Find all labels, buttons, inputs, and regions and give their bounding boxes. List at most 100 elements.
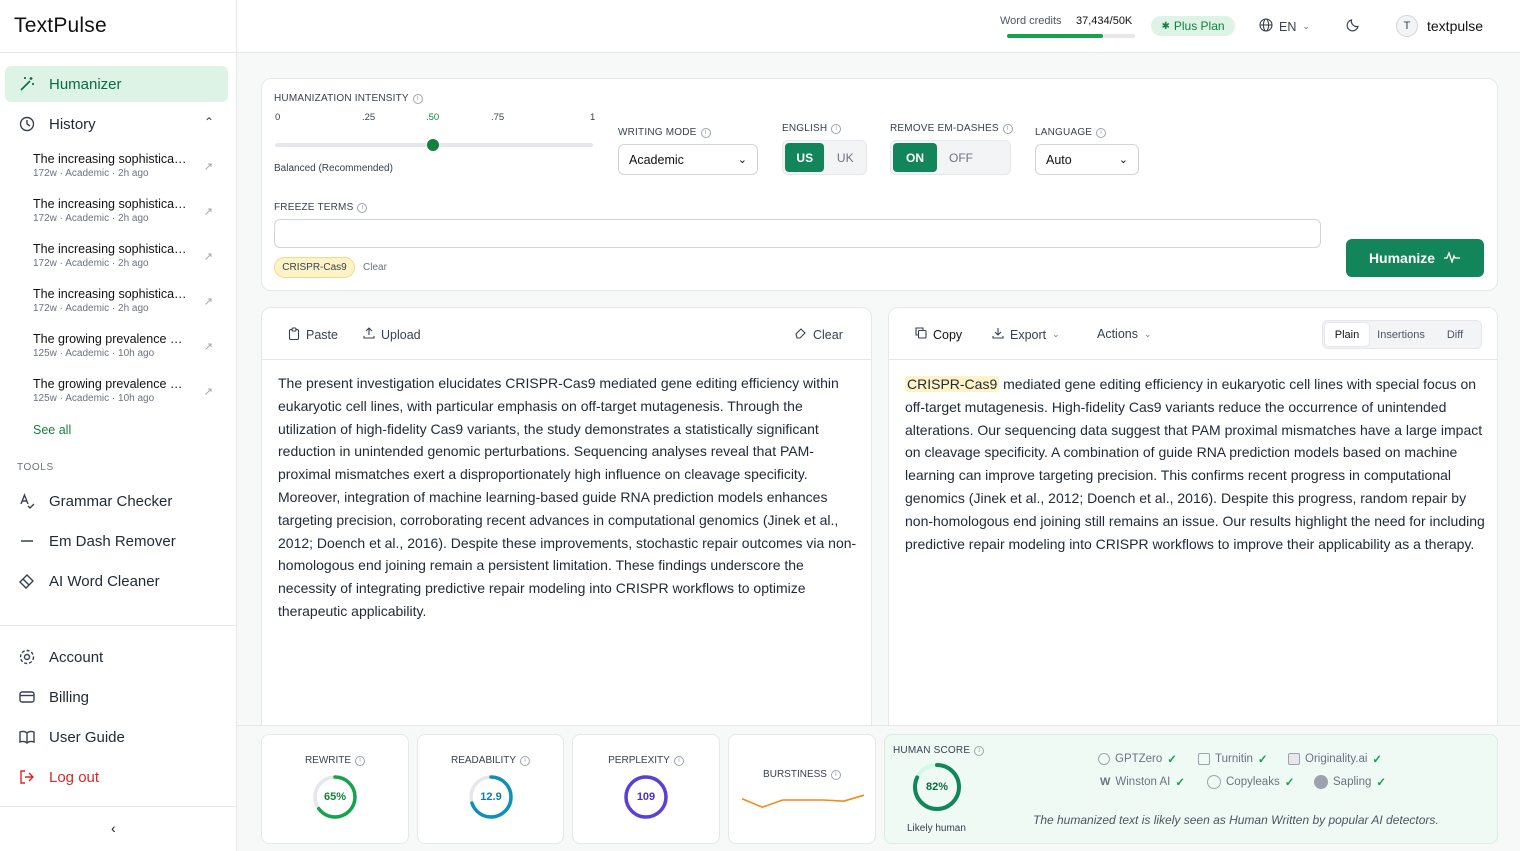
history-item[interactable]: The increasing sophisticati... 172w · Ac…	[33, 197, 213, 224]
info-icon[interactable]: i	[974, 745, 985, 756]
tab-insertions[interactable]: Insertions	[1369, 323, 1433, 346]
open-arrow-icon[interactable]: ↗	[204, 385, 213, 398]
info-icon[interactable]: i	[831, 123, 842, 134]
clear-freeze-terms-button[interactable]: Clear	[363, 262, 387, 273]
detector-name: Copyleaks	[1226, 776, 1280, 788]
emdash-toggle: ON OFF	[890, 140, 1011, 175]
sidebar-item-ai-word-cleaner[interactable]: AI Word Cleaner	[5, 563, 228, 599]
output-text[interactable]: CRISPR-Cas9 mediated gene editing effici…	[905, 373, 1485, 555]
perplexity-ring: 109	[623, 774, 669, 820]
avatar[interactable]: T	[1396, 15, 1418, 37]
chevron-up-icon[interactable]: ⌃	[204, 115, 214, 129]
open-arrow-icon[interactable]: ↗	[204, 250, 213, 263]
rewrite-value: 65%	[323, 791, 347, 803]
dark-mode-toggle-icon[interactable]	[1346, 17, 1361, 36]
intensity-slider-handle[interactable]	[427, 139, 439, 151]
divider	[0, 625, 236, 626]
history-item[interactable]: The growing prevalence of ... 125w · Aca…	[33, 332, 213, 359]
freeze-term-chip[interactable]: CRISPR-Cas9	[274, 257, 355, 278]
language-select[interactable]: Auto ⌄	[1035, 144, 1139, 175]
burstiness-metric: BURSTINESS i	[728, 734, 876, 844]
history-item[interactable]: The increasing sophisticati... 172w · Ac…	[33, 287, 213, 314]
info-icon[interactable]: i	[830, 769, 841, 780]
freeze-terms-input[interactable]	[274, 219, 1321, 248]
language-switcher[interactable]: EN ⌄	[1259, 18, 1310, 35]
actions-dropdown[interactable]: Actions ⌄	[1097, 327, 1152, 341]
clipboard-icon	[288, 327, 300, 343]
tab-plain[interactable]: Plain	[1325, 323, 1369, 346]
sidebar-item-billing[interactable]: Billing	[5, 679, 228, 715]
info-icon[interactable]: i	[357, 202, 368, 213]
history-item-title: The increasing sophisticati...	[33, 242, 189, 256]
history-item-meta: 172w · Academic · 2h ago	[33, 168, 149, 179]
humanize-button[interactable]: Humanize	[1346, 239, 1484, 277]
upload-button[interactable]: Upload	[363, 327, 421, 342]
open-arrow-icon[interactable]: ↗	[204, 295, 213, 308]
emdash-on-option[interactable]: ON	[893, 143, 937, 172]
human-score-value: 82%	[925, 781, 949, 793]
history-item-title: The increasing sophisticati...	[33, 197, 189, 211]
perplexity-value: 109	[636, 791, 656, 803]
emdash-label: REMOVE EM-DASHES i	[890, 123, 1013, 134]
export-dropdown[interactable]: Export ⌄	[992, 327, 1060, 342]
chevron-down-icon: ⌄	[1144, 328, 1152, 339]
freeze-terms-label-text: FREEZE TERMS	[274, 202, 354, 213]
divider	[262, 359, 871, 360]
detector-turnitin: Turnitin ✓	[1198, 752, 1268, 766]
tab-diff[interactable]: Diff	[1433, 323, 1477, 346]
copy-icon	[915, 327, 927, 342]
logout-button[interactable]: Log out	[5, 759, 228, 795]
input-textarea[interactable]: The present investigation elucidates CRI…	[278, 372, 858, 623]
info-icon[interactable]: i	[355, 755, 366, 766]
open-arrow-icon[interactable]: ↗	[204, 205, 213, 218]
metric-label-text: READABILITY	[450, 755, 517, 766]
see-all-link[interactable]: See all	[33, 423, 71, 437]
app-logo[interactable]: TextPulse	[14, 14, 107, 38]
copy-button[interactable]: Copy	[915, 327, 962, 342]
upload-label: Upload	[381, 327, 421, 342]
writing-mode-select[interactable]: Academic ⌄	[618, 144, 758, 175]
sidebar-item-account[interactable]: Account	[5, 639, 228, 675]
sidebar-item-humanizer[interactable]: Humanizer	[5, 66, 228, 102]
history-item[interactable]: The increasing sophisticati... 172w · Ac…	[33, 242, 213, 269]
info-icon[interactable]: i	[412, 93, 423, 104]
sapling-icon	[1314, 775, 1328, 789]
open-arrow-icon[interactable]: ↗	[204, 160, 213, 173]
detector-sapling: Sapling ✓	[1314, 775, 1386, 789]
sidebar-item-grammar-checker[interactable]: Grammar Checker	[5, 483, 228, 519]
pulse-icon	[1443, 250, 1461, 266]
info-icon[interactable]: i	[1096, 127, 1107, 138]
english-uk-option[interactable]: UK	[826, 143, 864, 172]
history-item-title: The growing prevalence of ...	[33, 332, 189, 346]
history-item-title: The increasing sophisticati...	[33, 287, 189, 301]
info-icon[interactable]: i	[700, 127, 711, 138]
intensity-label-text: HUMANIZATION INTENSITY	[274, 93, 409, 104]
emdash-off-option[interactable]: OFF	[939, 143, 983, 172]
english-us-option[interactable]: US	[785, 143, 825, 172]
english-label-text: ENGLISH	[782, 123, 828, 134]
readability-metric: READABILITY i 12.9	[417, 734, 564, 844]
open-arrow-icon[interactable]: ↗	[204, 340, 213, 353]
info-icon[interactable]: i	[673, 755, 684, 766]
download-icon	[992, 327, 1004, 342]
history-item[interactable]: The growing prevalence of ... 125w · Aca…	[33, 377, 213, 404]
burstiness-line	[741, 794, 865, 809]
actions-label: Actions	[1097, 327, 1138, 341]
history-item[interactable]: The increasing sophisticati... 172w · Ac…	[33, 152, 213, 179]
collapse-sidebar-icon[interactable]: ‹	[111, 820, 116, 836]
sidebar-item-user-guide[interactable]: User Guide	[5, 719, 228, 755]
export-label: Export	[1010, 327, 1047, 342]
sidebar-item-em-dash-remover[interactable]: Em Dash Remover	[5, 523, 228, 559]
username[interactable]: textpulse	[1427, 18, 1483, 34]
metric-label-text: BURSTINESS	[763, 769, 827, 780]
sidebar-item-history[interactable]: History ⌃	[5, 106, 228, 142]
paste-button[interactable]: Paste	[288, 327, 338, 343]
clear-input-button[interactable]: Clear	[795, 327, 843, 342]
sidebar-item-label: AI Word Cleaner	[49, 572, 160, 590]
language-value: Auto	[1046, 152, 1072, 167]
winston-icon: W	[1100, 776, 1111, 788]
info-icon[interactable]: i	[1002, 123, 1013, 134]
plan-badge[interactable]: ✱ Plus Plan	[1151, 16, 1235, 36]
info-icon[interactable]: i	[520, 755, 531, 766]
globe-icon	[1259, 18, 1273, 35]
